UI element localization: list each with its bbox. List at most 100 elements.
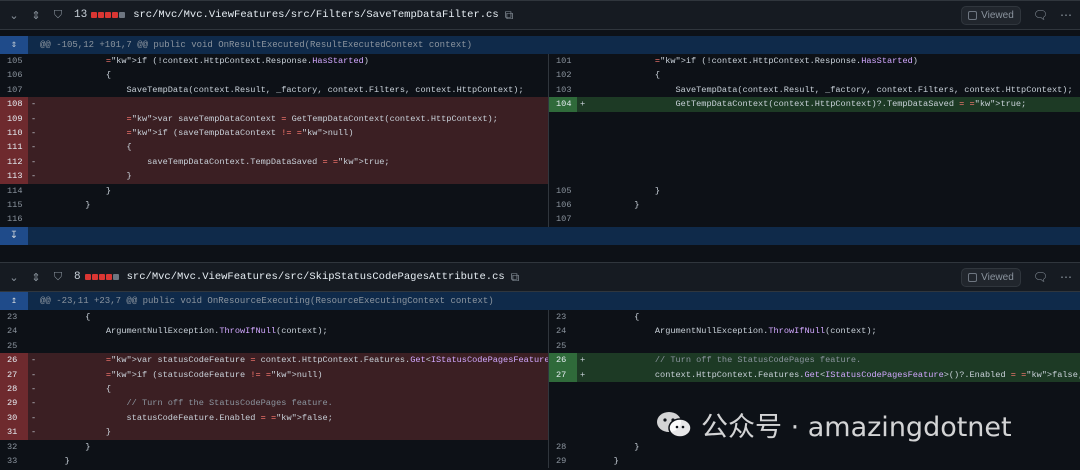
line-number[interactable] bbox=[549, 169, 577, 183]
line-number[interactable]: 113 bbox=[0, 169, 28, 184]
comment-icon[interactable]: 🗨 bbox=[1033, 270, 1048, 284]
line-number[interactable]: 26 bbox=[0, 353, 28, 368]
diff-marker bbox=[577, 411, 589, 425]
line-number[interactable]: 102 bbox=[549, 68, 577, 82]
line-number[interactable]: 112 bbox=[0, 154, 28, 170]
line-number[interactable]: 107 bbox=[549, 212, 577, 226]
copy-icon[interactable]: ⧉ bbox=[505, 8, 514, 23]
line-number[interactable] bbox=[549, 112, 577, 126]
code-text: ="kw">if (!context.HttpContext.Response.… bbox=[654, 56, 918, 66]
diffstat-bar bbox=[112, 274, 119, 280]
line-number[interactable]: 29 bbox=[549, 454, 577, 468]
line-number[interactable]: 115 bbox=[0, 198, 28, 212]
line-number[interactable]: 30 bbox=[0, 410, 28, 426]
diffstat-bar bbox=[98, 274, 105, 280]
line-number[interactable]: 107 bbox=[0, 83, 28, 97]
line-number[interactable] bbox=[549, 396, 577, 410]
diff-line: 103 SaveTempData(context.Result, _factor… bbox=[549, 83, 1080, 97]
diff-line: 114 } bbox=[0, 184, 548, 198]
line-number[interactable]: 28 bbox=[549, 440, 577, 454]
line-number[interactable]: 105 bbox=[549, 184, 577, 198]
checkbox-box[interactable] bbox=[968, 272, 978, 282]
left-side: 23 {24 ArgumentNullException.ThrowIfNull… bbox=[0, 310, 548, 468]
diff-line: 26- ="kw">var statusCodeFeature = contex… bbox=[0, 353, 548, 368]
line-number[interactable]: 27 bbox=[549, 367, 577, 382]
line-number[interactable]: 25 bbox=[549, 339, 577, 353]
line-number[interactable]: 103 bbox=[549, 83, 577, 97]
line-number[interactable]: 101 bbox=[549, 54, 577, 68]
line-number[interactable]: 105 bbox=[0, 54, 28, 68]
line-number[interactable]: 106 bbox=[0, 68, 28, 82]
diff-line: 112- saveTempDataContext.TempDataSaved =… bbox=[0, 154, 548, 170]
diff-line: 105 } bbox=[549, 184, 1080, 198]
expand-icon[interactable]: ⇕ bbox=[30, 271, 42, 284]
copy-icon[interactable]: ⧉ bbox=[511, 270, 520, 285]
line-number[interactable]: 106 bbox=[549, 198, 577, 212]
diff-line: 32 } bbox=[0, 440, 548, 454]
line-number[interactable]: 25 bbox=[0, 339, 28, 353]
line-number[interactable]: 114 bbox=[0, 184, 28, 198]
line-number[interactable]: 33 bbox=[0, 454, 28, 468]
code-text: ="kw">if (!context.HttpContext.Response.… bbox=[105, 56, 369, 66]
checkbox-box[interactable] bbox=[968, 10, 978, 20]
line-number[interactable]: 32 bbox=[0, 440, 28, 454]
line-number[interactable]: 24 bbox=[549, 324, 577, 338]
diff-marker: + bbox=[580, 355, 586, 366]
expand-up-icon[interactable]: ↥ bbox=[0, 292, 28, 310]
diff-marker bbox=[577, 310, 589, 324]
line-number[interactable] bbox=[549, 155, 577, 169]
diff-line: 107 SaveTempData(context.Result, _factor… bbox=[0, 83, 548, 97]
diff-line: 102 { bbox=[549, 68, 1080, 82]
diff-line: 104 + GetTempDataContext(context.HttpCont… bbox=[549, 97, 1080, 112]
viewed-checkbox[interactable]: Viewed bbox=[961, 267, 1021, 287]
more-icon[interactable]: ⋯ bbox=[1060, 8, 1072, 22]
code-text: { bbox=[593, 70, 661, 81]
diffstat-bar bbox=[119, 12, 126, 18]
diff-marker: - bbox=[31, 369, 37, 380]
chevron-down-icon[interactable]: ⌄ bbox=[8, 9, 20, 22]
line-number[interactable]: 109 bbox=[0, 111, 28, 126]
diff-line bbox=[549, 154, 1080, 170]
line-number[interactable] bbox=[549, 126, 577, 140]
file-path[interactable]: src/Mvc/Mvc.ViewFeatures/src/Filters/Sav… bbox=[133, 9, 498, 21]
expand-down-icon[interactable]: ↧ bbox=[0, 226, 28, 245]
line-number[interactable]: 24 bbox=[0, 324, 28, 338]
change-count: 8 bbox=[74, 271, 81, 283]
diff-line: 28- { bbox=[0, 381, 548, 397]
file-path[interactable]: src/Mvc/Mvc.ViewFeatures/src/SkipStatusC… bbox=[127, 271, 505, 283]
comment-icon[interactable]: 🗨 bbox=[1033, 8, 1048, 22]
line-number[interactable]: 23 bbox=[549, 310, 577, 324]
diff-line: 24 ArgumentNullException.ThrowIfNull(con… bbox=[549, 324, 1080, 338]
expand-up-icon[interactable]: ⇕ bbox=[0, 36, 28, 54]
line-number[interactable]: 104 bbox=[549, 97, 577, 112]
line-number[interactable]: 27 bbox=[0, 367, 28, 382]
diff-rows: 105 ="kw">if (!context.HttpContext.Respo… bbox=[0, 54, 1080, 227]
viewed-checkbox[interactable]: Viewed bbox=[961, 5, 1021, 25]
line-number[interactable] bbox=[549, 382, 577, 396]
expand-row[interactable]: ↧ bbox=[0, 226, 1080, 245]
line-number[interactable]: 23 bbox=[0, 310, 28, 324]
diff-marker bbox=[28, 339, 40, 353]
line-number[interactable] bbox=[549, 140, 577, 154]
line-number[interactable]: 116 bbox=[0, 212, 28, 226]
line-number[interactable]: 108 bbox=[0, 97, 28, 112]
line-number[interactable] bbox=[549, 411, 577, 425]
diff-marker bbox=[577, 324, 589, 338]
diff-line: 31- } bbox=[0, 425, 548, 440]
line-number[interactable]: 28 bbox=[0, 381, 28, 397]
chevron-down-icon[interactable]: ⌄ bbox=[8, 271, 20, 284]
line-number[interactable]: 31 bbox=[0, 425, 28, 440]
diff-marker: - bbox=[31, 127, 37, 138]
watermark-text: 公众号 · amazingdotnet bbox=[701, 412, 1012, 443]
diff-marker bbox=[28, 198, 40, 212]
line-number[interactable]: 110 bbox=[0, 125, 28, 141]
line-number[interactable]: 111 bbox=[0, 140, 28, 155]
line-number[interactable]: 29 bbox=[0, 396, 28, 411]
line-number[interactable] bbox=[549, 425, 577, 439]
line-number[interactable]: 26 bbox=[549, 353, 577, 368]
diff-marker: - bbox=[31, 383, 37, 394]
more-icon[interactable]: ⋯ bbox=[1060, 270, 1072, 284]
expand-icon[interactable]: ⇕ bbox=[30, 9, 42, 22]
